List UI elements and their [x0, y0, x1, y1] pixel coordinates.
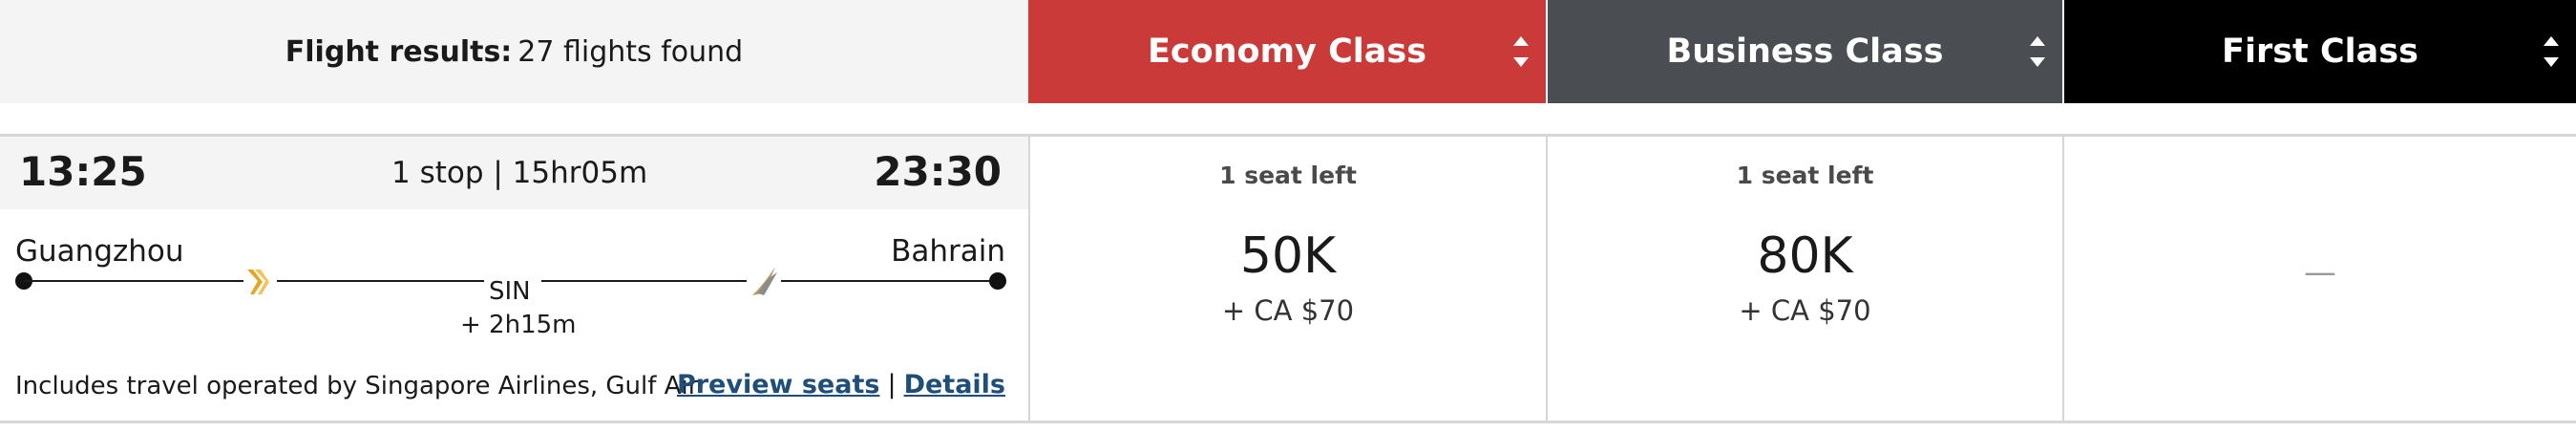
- sort-updown-icon[interactable]: [2030, 36, 2045, 67]
- singapore-airlines-icon: [244, 268, 271, 300]
- first-fare-cell: —: [2062, 137, 2576, 421]
- flight-results-summary: Flight results: 27 flights found: [0, 0, 1028, 103]
- fare-unavailable: —: [2304, 253, 2336, 292]
- results-count: 27 flights found: [517, 34, 744, 69]
- results-header: Flight results: 27 flights found Economy…: [0, 0, 2576, 103]
- route-line-segment: [781, 280, 997, 282]
- sort-updown-icon[interactable]: [1513, 36, 1529, 67]
- first-class-label: First Class: [2222, 32, 2418, 71]
- flight-result-row: 13:25 1 stop | 15hr05m 23:30 Guangzhou B…: [0, 134, 2576, 423]
- layover-duration: + 2h15m: [460, 311, 577, 339]
- route-line-segment: [24, 280, 243, 282]
- details-link[interactable]: Details: [904, 370, 1005, 400]
- route-line-segment: [277, 280, 484, 282]
- economy-fare-cell[interactable]: 1 seat left 50K + CA $70: [1028, 137, 1546, 421]
- flight-itinerary: 13:25 1 stop | 15hr05m 23:30 Guangzhou B…: [0, 137, 1028, 421]
- sort-updown-icon[interactable]: [2544, 36, 2559, 67]
- fare-taxes: + CA $70: [1739, 294, 1871, 327]
- flight-links: Preview seats | Details: [677, 370, 1005, 400]
- business-class-column-header[interactable]: Business Class: [1546, 0, 2062, 103]
- fare-taxes: + CA $70: [1221, 294, 1355, 327]
- business-fare-cell[interactable]: 1 seat left 80K + CA $70: [1546, 137, 2062, 421]
- fare-points: 50K: [1239, 227, 1337, 285]
- gulf-air-icon: [750, 265, 779, 301]
- connection-airport: SIN: [489, 277, 531, 306]
- route-line-segment: [541, 280, 747, 282]
- results-label: Flight results:: [285, 34, 513, 69]
- seat-availability: 1 seat left: [1736, 162, 1874, 189]
- operated-by-note: Includes travel operated by Singapore Ai…: [15, 372, 699, 400]
- link-separator: |: [887, 370, 897, 400]
- business-class-label: Business Class: [1666, 32, 1944, 71]
- economy-class-label: Economy Class: [1147, 32, 1427, 71]
- economy-class-column-header[interactable]: Economy Class: [1028, 0, 1546, 103]
- first-class-column-header[interactable]: First Class: [2062, 0, 2576, 103]
- preview-seats-link[interactable]: Preview seats: [677, 370, 880, 400]
- fare-points: 80K: [1757, 227, 1853, 285]
- seat-availability: 1 seat left: [1219, 162, 1357, 189]
- destination-dot: [989, 272, 1006, 290]
